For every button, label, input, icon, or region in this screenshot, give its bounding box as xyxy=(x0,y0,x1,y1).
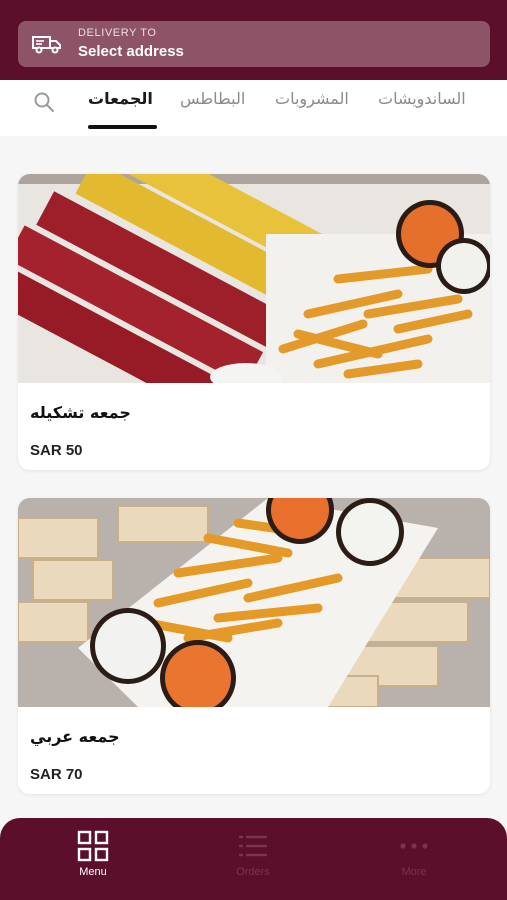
nav-orders[interactable]: Orders xyxy=(213,830,293,878)
product-image[interactable] xyxy=(18,498,490,707)
product-image[interactable] xyxy=(18,174,490,383)
tab-bundles[interactable]: الجمعات xyxy=(88,89,153,108)
product-name: جمعه عربي xyxy=(30,727,120,746)
active-tab-indicator xyxy=(88,125,157,129)
product-price: SAR 50 xyxy=(30,442,83,459)
category-tabs: الجمعات البطاطس المشروبات الساندويشات xyxy=(0,80,507,136)
list-icon xyxy=(238,835,268,857)
nav-menu[interactable]: Menu xyxy=(53,830,133,878)
search-icon[interactable] xyxy=(32,90,56,114)
tab-fries[interactable]: البطاطس xyxy=(180,89,245,108)
product-card[interactable]: جمعه عربي SAR 70 xyxy=(18,498,490,794)
delivery-caption: DELIVERY TO xyxy=(78,27,157,39)
delivery-truck-icon xyxy=(32,36,61,54)
nav-orders-label: Orders xyxy=(236,866,270,878)
more-icon xyxy=(400,843,428,849)
product-price: SAR 70 xyxy=(30,766,83,783)
bottom-navigation: Menu Orders More xyxy=(0,818,507,900)
nav-more[interactable]: More xyxy=(374,830,454,878)
nav-more-label: More xyxy=(401,866,427,878)
nav-menu-label: Menu xyxy=(79,866,107,878)
grid-icon xyxy=(77,830,109,862)
product-card[interactable]: جمعه تشكيله SAR 50 xyxy=(18,174,490,470)
tab-sandwiches[interactable]: الساندويشات xyxy=(378,89,466,108)
app-header: DELIVERY TO Select address xyxy=(0,0,507,80)
tab-drinks[interactable]: المشروبات xyxy=(275,89,349,108)
delivery-address-value[interactable]: Select address xyxy=(78,43,184,60)
delivery-address-selector[interactable]: DELIVERY TO Select address xyxy=(18,21,490,67)
product-name: جمعه تشكيله xyxy=(30,403,131,422)
